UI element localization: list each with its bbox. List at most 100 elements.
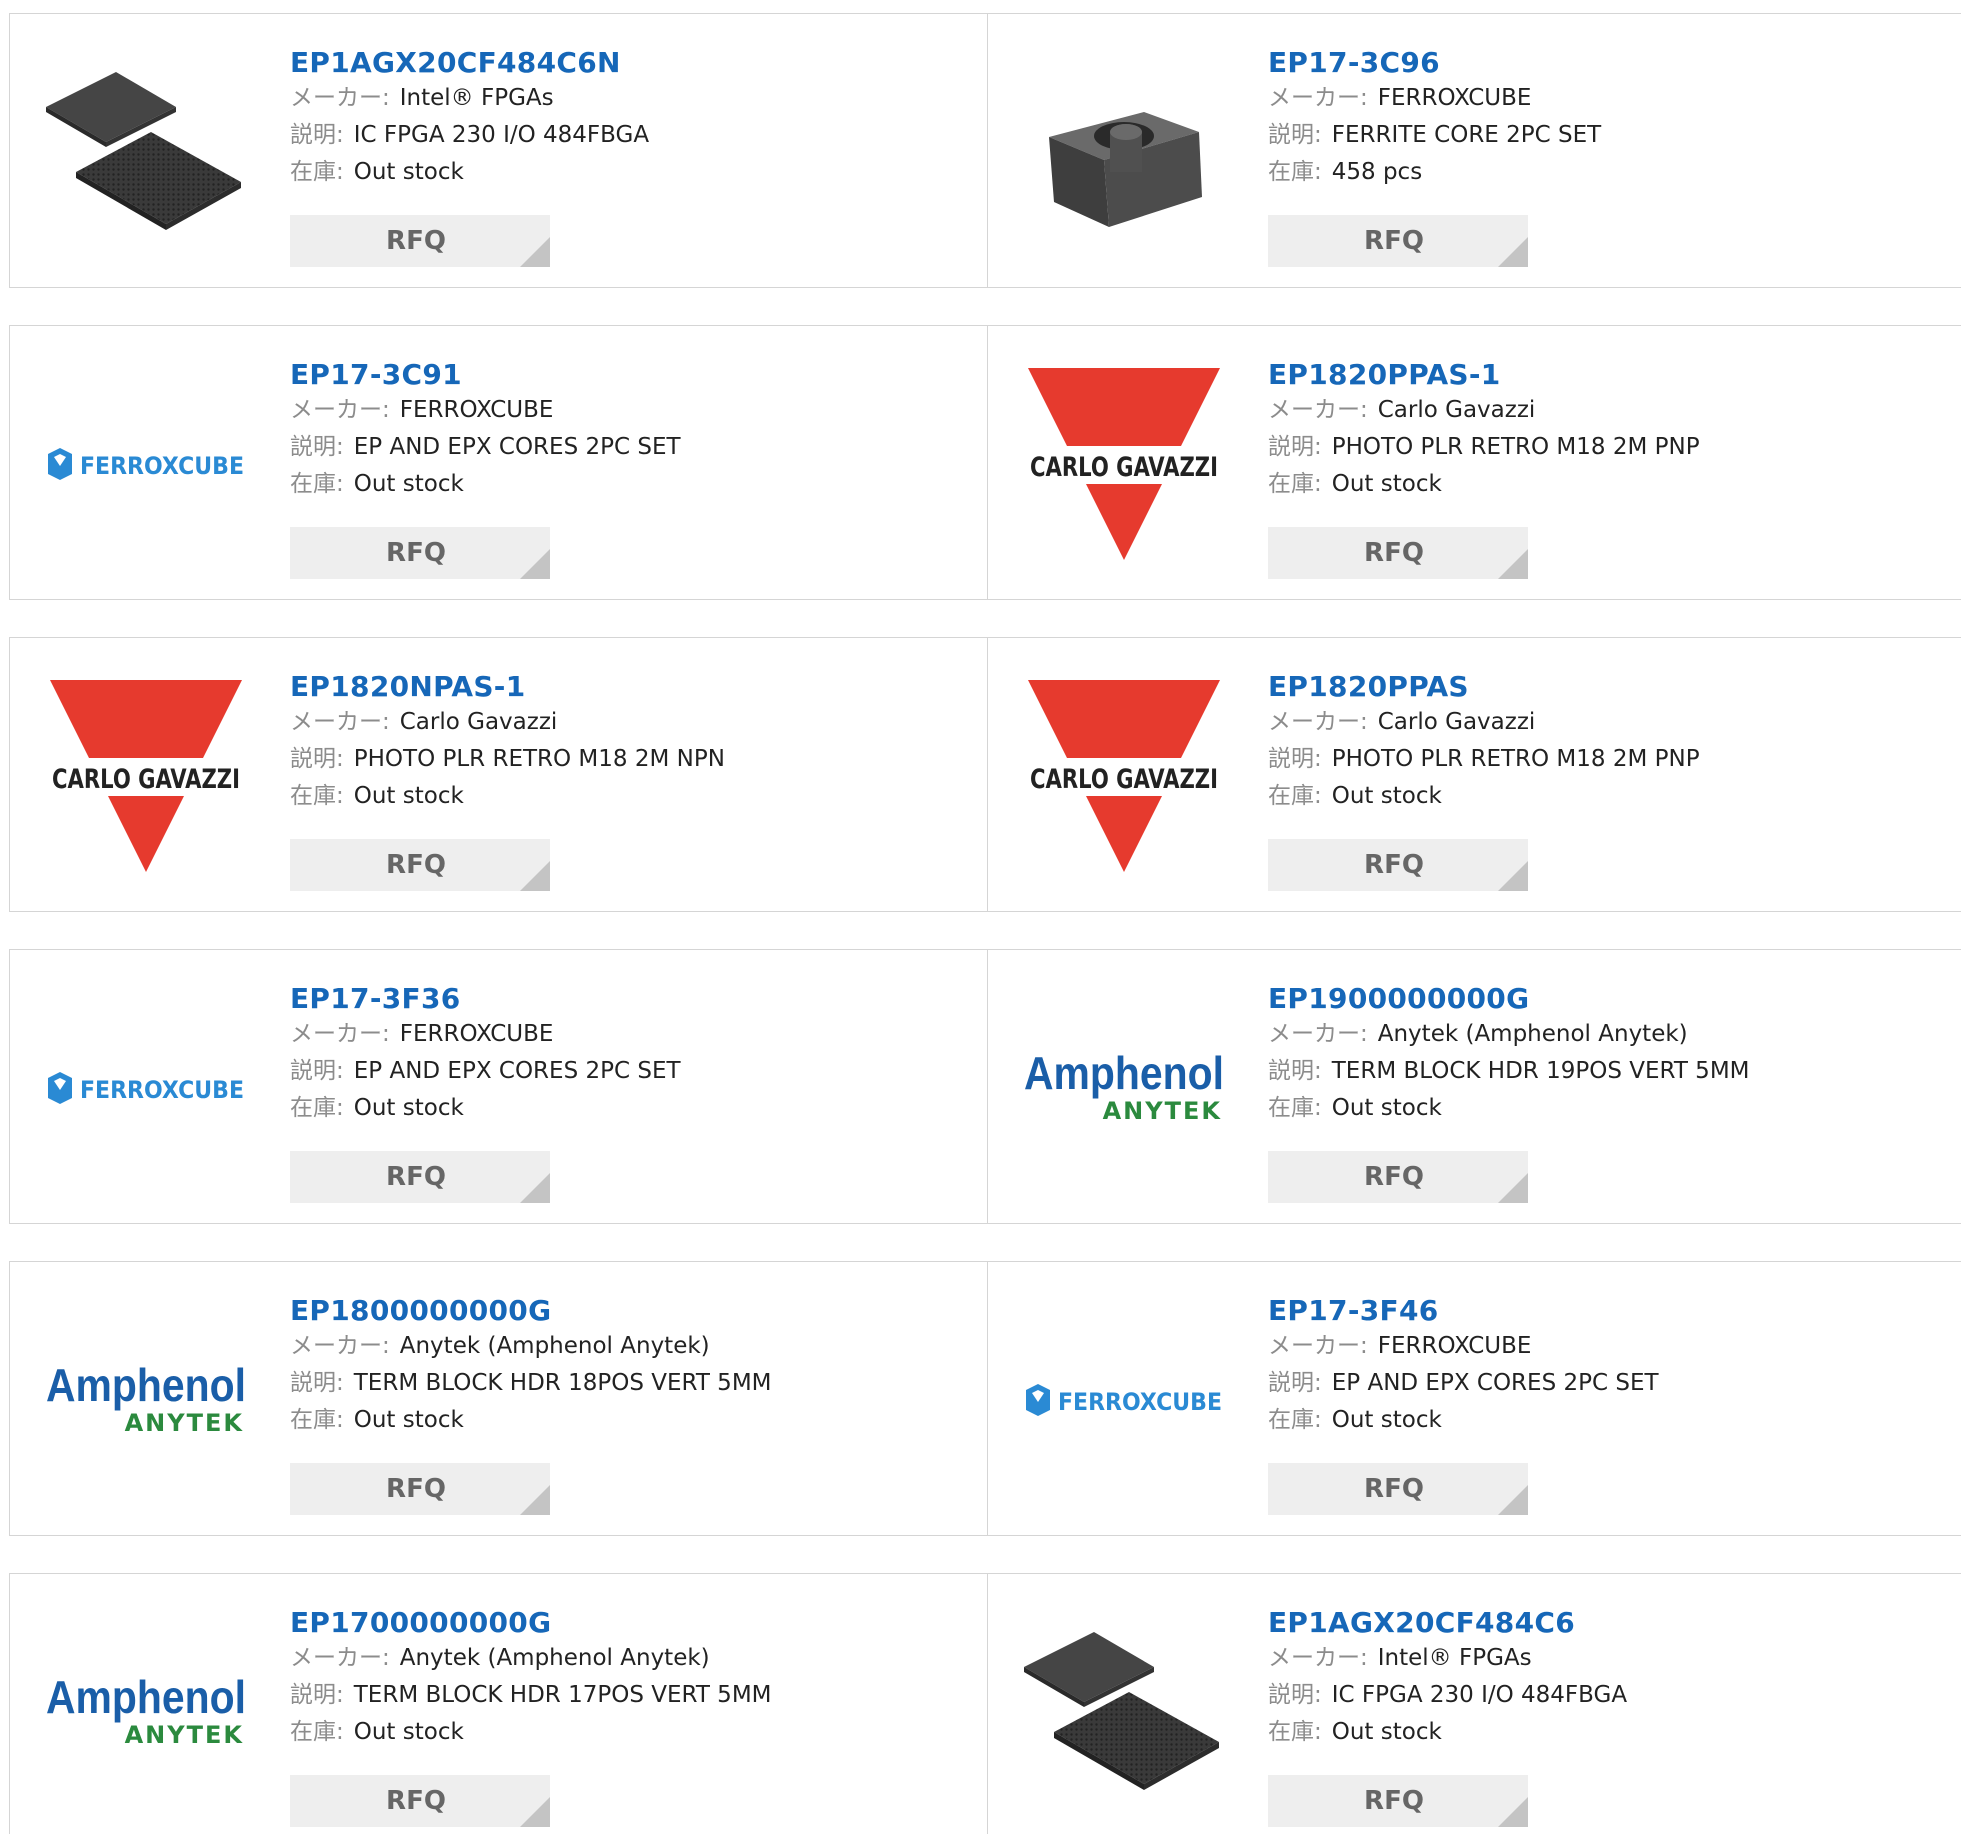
part-number-link[interactable]: EP17-3C91 [290, 358, 681, 392]
stock-line: 在庫: Out stock [290, 1090, 681, 1127]
amphenol-logo: Amphenol ANYTEK [1024, 1047, 1224, 1125]
product-image[interactable] [1024, 52, 1224, 252]
maker-line: メーカー: Anytek (Amphenol Anytek) [290, 1640, 772, 1677]
maker-value: Anytek (Amphenol Anytek) [1377, 1021, 1688, 1047]
rfq-button[interactable]: RFQ [290, 1775, 550, 1827]
part-number-link[interactable]: EP17-3C96 [1268, 46, 1601, 80]
stock-line: 在庫: 458 pcs [1268, 154, 1601, 191]
stock-line: 在庫: Out stock [290, 1402, 772, 1439]
description-label: 説明: [1268, 746, 1322, 772]
product-card: Amphenol ANYTEK EP1700000000G メーカー: Anyte… [9, 1573, 989, 1834]
maker-label: メーカー: [1268, 1021, 1368, 1047]
description-value: TERM BLOCK HDR 18POS VERT 5MM [353, 1370, 772, 1396]
description-line: 説明: TERM BLOCK HDR 17POS VERT 5MM [290, 1677, 772, 1714]
product-image[interactable]: Amphenol ANYTEK [46, 1612, 246, 1812]
rfq-button[interactable]: RFQ [1268, 1775, 1528, 1827]
maker-label: メーカー: [1268, 1333, 1368, 1359]
stock-value: Out stock [1331, 783, 1442, 809]
part-number-link[interactable]: EP1820NPAS-1 [290, 670, 725, 704]
rfq-button[interactable]: RFQ [290, 839, 550, 891]
product-info: EP17-3F36 メーカー: FERROXCUBE 説明: EP AND EPX … [290, 982, 681, 1127]
product-card: CARLO GAVAZZI EP1820NPAS-1 メーカー: Carlo Ga… [9, 637, 989, 912]
product-info: EP1820PPAS メーカー: Carlo Gavazzi 説明: PHOTO P… [1268, 670, 1700, 815]
part-number-link[interactable]: EP17-3F36 [290, 982, 681, 1016]
svg-text:CARLO GAVAZZI: CARLO GAVAZZI [1030, 452, 1218, 483]
part-number-link[interactable]: EP1800000000G [290, 1294, 772, 1328]
corner-triangle [520, 549, 550, 579]
description-line: 説明: EP AND EPX CORES 2PC SET [1268, 1365, 1659, 1402]
product-image[interactable]: FERROXCUBE [1024, 1300, 1224, 1500]
rfq-button[interactable]: RFQ [1268, 1463, 1528, 1515]
rfq-button[interactable]: RFQ [290, 527, 550, 579]
rfq-button[interactable]: RFQ [290, 215, 550, 267]
stock-value: Out stock [353, 471, 464, 497]
description-label: 説明: [290, 746, 344, 772]
product-image[interactable]: FERROXCUBE [46, 988, 246, 1188]
maker-label: メーカー: [290, 397, 390, 423]
product-image[interactable]: CARLO GAVAZZI [46, 676, 246, 876]
product-card: FERROXCUBE EP17-3F36 メーカー: FERROXCUBE 説明:… [9, 949, 989, 1224]
description-line: 説明: EP AND EPX CORES 2PC SET [290, 1053, 681, 1090]
stock-line: 在庫: Out stock [1268, 1090, 1750, 1127]
description-line: 説明: EP AND EPX CORES 2PC SET [290, 429, 681, 466]
rfq-button[interactable]: RFQ [1268, 839, 1528, 891]
amphenol-logo: Amphenol ANYTEK [46, 1359, 246, 1437]
stock-line: 在庫: Out stock [290, 466, 681, 503]
stock-value: Out stock [1331, 1719, 1442, 1745]
rfq-label: RFQ [386, 850, 446, 880]
maker-label: メーカー: [1268, 709, 1368, 735]
product-card: Amphenol ANYTEK EP1800000000G メーカー: Anyte… [9, 1261, 989, 1536]
corner-triangle [520, 1797, 550, 1827]
stock-label: 在庫: [1268, 1719, 1322, 1745]
product-row: EP1AGX20CF484C6N メーカー: Intel® FPGAs 説明: IC… [9, 13, 1961, 288]
svg-text:CARLO GAVAZZI: CARLO GAVAZZI [1030, 764, 1218, 795]
svg-text:Amphenol: Amphenol [46, 1359, 246, 1411]
maker-label: メーカー: [290, 85, 390, 111]
rfq-button[interactable]: RFQ [1268, 215, 1528, 267]
product-image[interactable] [1024, 1612, 1224, 1812]
maker-label: メーカー: [290, 1333, 390, 1359]
stock-value: Out stock [353, 1407, 464, 1433]
part-number-link[interactable]: EP1820PPAS-1 [1268, 358, 1700, 392]
maker-value: Carlo Gavazzi [1377, 397, 1536, 423]
corner-triangle [520, 861, 550, 891]
corner-triangle [1498, 237, 1528, 267]
maker-line: メーカー: FERROXCUBE [290, 392, 681, 429]
maker-value: Intel® FPGAs [1377, 1645, 1532, 1671]
rfq-button[interactable]: RFQ [1268, 1151, 1528, 1203]
stock-value: 458 pcs [1331, 159, 1423, 185]
product-card: EP1AGX20CF484C6 メーカー: Intel® FPGAs 説明: IC … [987, 1573, 1961, 1834]
part-number-link[interactable]: EP1700000000G [290, 1606, 772, 1640]
description-value: EP AND EPX CORES 2PC SET [353, 1058, 681, 1084]
carlo-gavazzi-logo: CARLO GAVAZZI [1024, 680, 1224, 872]
product-image[interactable]: Amphenol ANYTEK [46, 1300, 246, 1500]
product-image[interactable]: Amphenol ANYTEK [1024, 988, 1224, 1188]
product-image[interactable]: FERROXCUBE [46, 364, 246, 564]
product-image[interactable]: CARLO GAVAZZI [1024, 676, 1224, 876]
part-number-link[interactable]: EP1820PPAS [1268, 670, 1700, 704]
product-card: FERROXCUBE EP17-3F46 メーカー: FERROXCUBE 説明:… [987, 1261, 1961, 1536]
product-info: EP1AGX20CF484C6 メーカー: Intel® FPGAs 説明: IC … [1268, 1606, 1627, 1751]
description-value: EP AND EPX CORES 2PC SET [1331, 1370, 1659, 1396]
part-number-link[interactable]: EP1AGX20CF484C6 [1268, 1606, 1627, 1640]
stock-label: 在庫: [1268, 159, 1322, 185]
description-line: 説明: PHOTO PLR RETRO M18 2M PNP [1268, 429, 1700, 466]
maker-label: メーカー: [290, 1021, 390, 1047]
stock-value: Out stock [1331, 1407, 1442, 1433]
product-image[interactable] [46, 52, 246, 252]
product-image[interactable]: CARLO GAVAZZI [1024, 364, 1224, 564]
corner-triangle [520, 1485, 550, 1515]
maker-line: メーカー: FERROXCUBE [290, 1016, 681, 1053]
stock-value: Out stock [353, 1095, 464, 1121]
rfq-button[interactable]: RFQ [1268, 527, 1528, 579]
product-info: EP17-3C96 メーカー: FERROXCUBE 説明: FERRITE COR… [1268, 46, 1601, 191]
rfq-label: RFQ [386, 1474, 446, 1504]
part-number-link[interactable]: EP1AGX20CF484C6N [290, 46, 649, 80]
part-number-link[interactable]: EP17-3F46 [1268, 1294, 1659, 1328]
description-value: EP AND EPX CORES 2PC SET [353, 434, 681, 460]
part-number-link[interactable]: EP1900000000G [1268, 982, 1750, 1016]
stock-label: 在庫: [1268, 783, 1322, 809]
rfq-button[interactable]: RFQ [290, 1151, 550, 1203]
maker-value: Carlo Gavazzi [399, 709, 558, 735]
rfq-button[interactable]: RFQ [290, 1463, 550, 1515]
